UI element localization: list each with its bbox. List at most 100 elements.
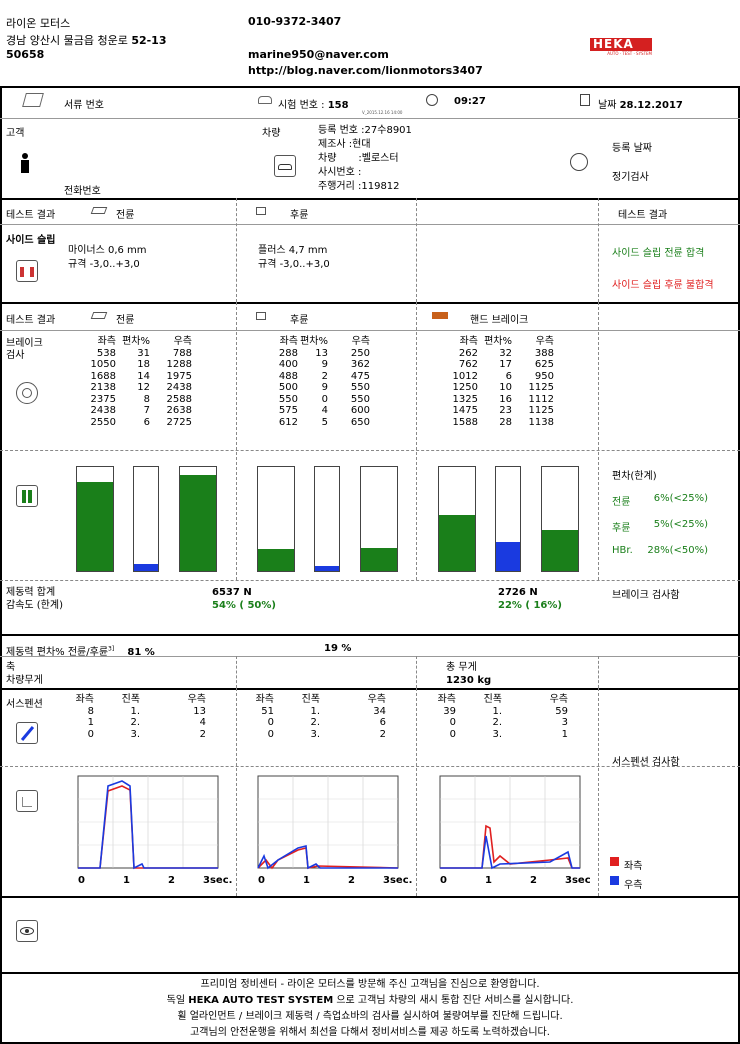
col-amplitude-header: 진폭	[483, 694, 502, 705]
table-cell: 262	[458, 347, 478, 359]
table-cell: 0	[267, 717, 274, 728]
axle-label: 축	[6, 662, 16, 673]
table-cell: 2	[379, 728, 386, 740]
document-icon	[22, 93, 44, 107]
table-row: 1012 6 950	[434, 371, 554, 383]
vin: 사시번호 :	[318, 166, 412, 180]
table-cell: 0	[267, 728, 274, 740]
col-left-header: 좌측	[97, 336, 116, 347]
table-cell: 400	[278, 359, 298, 370]
col-deviation-header: 편차%	[300, 336, 328, 347]
footer-line-2a: 독일	[166, 995, 186, 1006]
gear-icon	[570, 153, 588, 171]
test-result-label: 테스트 결과	[6, 210, 56, 221]
brake-title-line2: 검사	[6, 350, 25, 361]
table-cell: 14	[137, 370, 150, 382]
table-cell: 51	[261, 705, 274, 717]
x-tick-label: 2	[168, 875, 175, 886]
phone-label: 전화번호	[64, 186, 101, 197]
car-icon	[258, 96, 272, 104]
hand-left-fill	[439, 514, 475, 571]
table-row: 1325 16 1112	[434, 394, 554, 406]
column-separator	[416, 198, 417, 302]
table-row: 39 1. 59	[432, 706, 568, 718]
table-cell: 2550	[90, 416, 116, 428]
x-tick-label: 0	[258, 875, 265, 886]
date-value: 28.12.2017	[619, 100, 683, 111]
table-row: 1250 10 1125	[434, 382, 554, 394]
brake-rear-label: 후륜	[290, 315, 309, 326]
hand-left-bar	[438, 466, 476, 572]
handbrake-label: 핸드 브레이크	[470, 315, 529, 326]
doc-number-label: 서류 번호	[64, 100, 104, 111]
table-cell: 12	[137, 382, 150, 393]
side-slip-icon	[16, 260, 38, 282]
hand-right-bar	[541, 466, 579, 572]
address-number: 52-13	[131, 34, 167, 47]
table-cell: 1125	[528, 405, 554, 416]
table-cell: 28	[499, 416, 512, 428]
table-cell: 1125	[528, 382, 554, 393]
x-tick-label: 1	[485, 875, 492, 886]
suspension-rear-table: 좌측 진폭 우측 51 1. 34 0 2. 6 0 3. 2	[250, 694, 386, 740]
test-result-right-label: 테스트 결과	[618, 210, 668, 221]
col-right-header: 우측	[535, 336, 554, 347]
brake-checked: 브레이크 검사함	[612, 590, 680, 601]
table-cell: 32	[499, 347, 512, 359]
table-cell: 550	[278, 393, 298, 405]
rear-left-fill	[258, 549, 294, 571]
col-right-header: 우측	[367, 694, 386, 705]
table-cell: 23	[499, 405, 512, 416]
table-cell: 475	[350, 370, 370, 382]
hand-deviation-fill	[496, 541, 520, 571]
manufacturer: 제조사 :현대	[318, 138, 412, 152]
deviation-rear-value: 5%(<25%)	[653, 519, 708, 530]
total-force-hand: 2726 N	[498, 587, 538, 598]
table-row: 2438 7 2638	[76, 405, 192, 417]
table-cell: 1012	[452, 370, 478, 382]
suspension-third-table: 좌측 진폭 우측 39 1. 59 0 2. 3 0 3. 1	[432, 694, 568, 740]
total-force-front: 6537 N	[212, 587, 252, 598]
front-left-bar	[76, 466, 114, 572]
deceleration-label: 감속도 (한계)	[6, 600, 63, 611]
registration-label: 등록 번호 :	[318, 125, 365, 136]
col-left-header: 좌측	[459, 336, 478, 347]
brake-summary-hand: 2726 N 22% ( 16%)	[498, 586, 562, 612]
calendar-icon	[580, 94, 590, 106]
x-tick-label: 0	[440, 875, 447, 886]
x-tick-label: 1	[123, 875, 130, 886]
table-cell: 34	[373, 705, 386, 717]
brake-summary-front: 6537 N 54% ( 50%)	[212, 586, 276, 612]
footer-line-2b: HEKA AUTO TEST SYSTEM	[188, 995, 334, 1006]
brake-title-line1: 브레이크	[6, 338, 43, 349]
col-right-header: 우측	[173, 336, 192, 347]
table-cell: 17	[499, 359, 512, 370]
divider	[0, 198, 740, 200]
table-cell: 6	[379, 717, 386, 728]
col-deviation-header: 편차%	[484, 336, 512, 347]
table-row: 488 2 475	[264, 371, 370, 383]
vehicle-weight-label: 차량무게	[6, 675, 43, 686]
table-cell: 288	[278, 347, 298, 359]
table-row: 288 13 250	[264, 348, 370, 360]
table-row: 1588 28 1138	[434, 417, 554, 429]
rear-tire-icon	[256, 207, 266, 215]
divider	[0, 972, 740, 974]
table-cell: 600	[350, 405, 370, 416]
table-cell: 18	[137, 359, 150, 370]
heka-logo-text: HEKA	[590, 38, 652, 51]
brake-front-label: 전륜	[116, 315, 135, 326]
table-cell: 10	[499, 382, 512, 393]
date-label: 날짜	[598, 100, 617, 111]
table-cell: 31	[137, 347, 150, 359]
table-cell: 2438	[166, 382, 192, 393]
front-slip-verdict: 사이드 슬립 전륜 합격	[612, 248, 705, 259]
brake-summary-labels: 제동력 합계 감속도 (한계)	[6, 586, 63, 612]
divider	[0, 634, 740, 636]
col-deviation-header: 편차%	[122, 336, 150, 347]
deviation-hand-value: 28%(<50%)	[647, 545, 708, 556]
x-tick-label: 3sec.	[383, 875, 412, 886]
brake-title: 브레이크 검사	[6, 338, 43, 362]
suspension-charts: 0 1 2 3sec. 0 1 2 3sec. 0 1 2 3sec.	[77, 775, 590, 886]
front-slip-value: 마이너스 0,6 mm	[68, 245, 147, 256]
